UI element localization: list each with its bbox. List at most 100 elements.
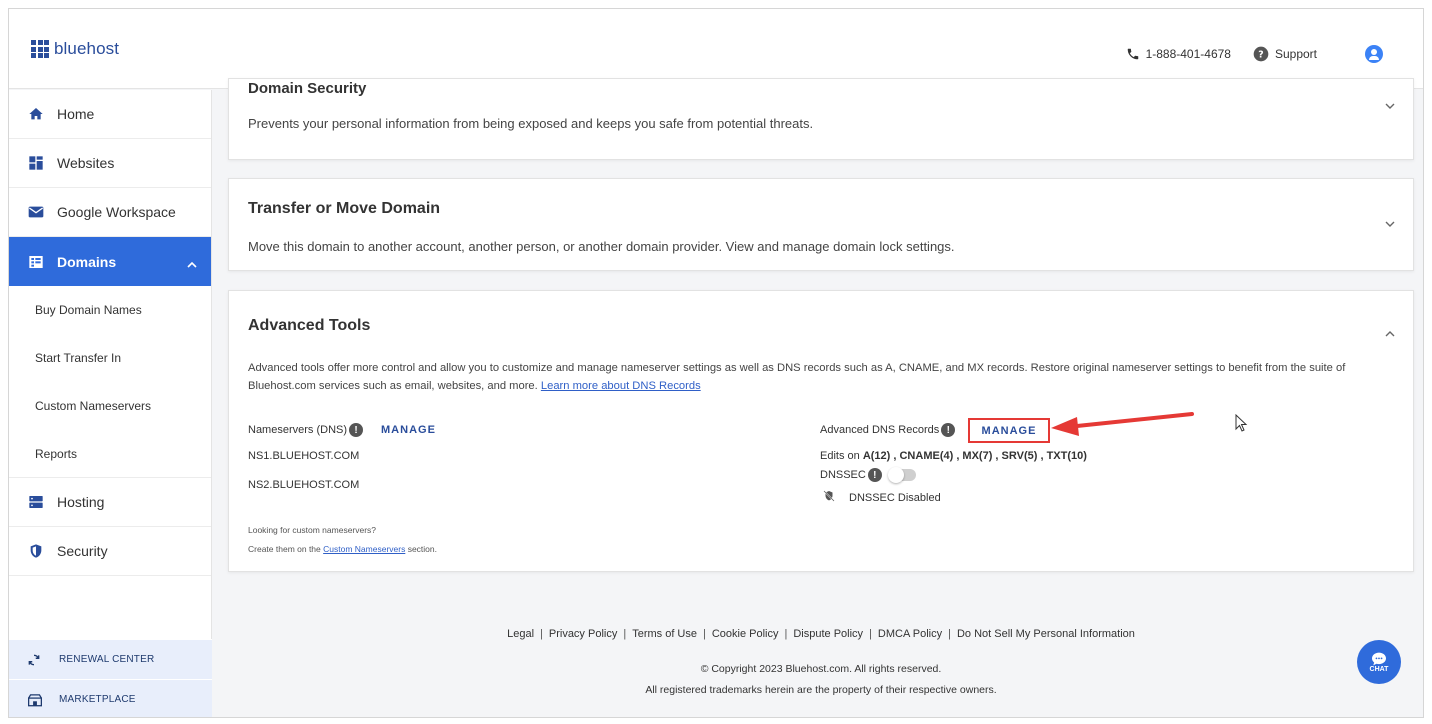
nameservers-label-row: Nameservers (DNS) ! MANAGE	[248, 423, 436, 437]
shield-off-icon	[823, 490, 835, 505]
sidebar-bottom: RENEWAL CENTER MARKETPLACE	[9, 639, 212, 717]
card-title: Transfer or Move Domain	[248, 200, 441, 217]
custom-nameservers-link[interactable]: Custom Nameservers	[323, 544, 405, 554]
sidebar-subitem-custom-nameservers[interactable]: Custom Nameservers	[9, 382, 211, 430]
phone-number: 1-888-401-4678	[1145, 47, 1231, 61]
trademarks-text: All registered trademarks herein are the…	[645, 684, 997, 696]
hint-suffix: section.	[407, 544, 437, 554]
bluehost-logo[interactable]: bluehost	[31, 39, 119, 59]
dnssec-label: DNSSEC	[820, 469, 866, 481]
chevron-down-icon[interactable]	[1385, 215, 1395, 233]
shield-icon	[27, 542, 45, 560]
chat-bubble-icon	[1372, 652, 1386, 665]
mail-icon	[27, 203, 45, 221]
sidebar-subitem-buy-domain-names[interactable]: Buy Domain Names	[9, 286, 211, 334]
dns-manage-button[interactable]: MANAGE	[982, 425, 1037, 437]
sidebar-item-label: Home	[57, 106, 95, 122]
chevron-down-icon[interactable]	[1385, 97, 1395, 115]
footer-link-do-not-sell[interactable]: Do Not Sell My Personal Information	[957, 628, 1135, 640]
logo-grid-icon	[31, 40, 49, 58]
card-description: Prevents your personal information from …	[248, 116, 814, 131]
nameserver-1: NS1.BLUEHOST.COM	[248, 450, 360, 462]
sidebar: Home Websites Google Workspace Domains B…	[9, 90, 212, 717]
edits-records: A(12) , CNAME(4) , MX(7) , SRV(5) , TXT(…	[862, 450, 1087, 462]
nameservers-manage-button[interactable]: MANAGE	[381, 424, 436, 436]
dnssec-status-row: DNSSEC Disabled	[823, 490, 941, 505]
phone-icon	[1126, 47, 1140, 61]
footer-link-legal[interactable]: Legal	[507, 628, 534, 640]
footer-links: Legal | Privacy Policy | Terms of Use | Cookie…	[507, 628, 1135, 640]
footer-link-dispute[interactable]: Dispute Policy	[793, 628, 863, 640]
sidebar-item-label: Hosting	[57, 494, 105, 510]
header-actions: 1-888-401-4678 ? Support	[1104, 45, 1383, 63]
footer-link-privacy[interactable]: Privacy Policy	[549, 628, 617, 640]
logo-text: bluehost	[54, 39, 120, 58]
footer-link-terms[interactable]: Terms of Use	[632, 628, 697, 640]
annotation-arrow-icon	[1051, 412, 1194, 436]
learn-more-dns-link[interactable]: Learn more about DNS Records	[541, 380, 701, 392]
card-description: Move this domain to another account, ano…	[248, 239, 955, 254]
app-frame: bluehost 1-888-401-4678 ? Support Home W…	[8, 8, 1424, 718]
sidebar-item-hosting[interactable]: Hosting	[9, 478, 211, 527]
dnssec-toggle[interactable]	[887, 467, 916, 483]
top-bar: bluehost 1-888-401-4678 ? Support	[9, 9, 1423, 89]
sidebar-item-home[interactable]: Home	[9, 90, 211, 139]
footer-link-cookie[interactable]: Cookie Policy	[712, 628, 779, 640]
user-avatar-icon[interactable]	[1365, 45, 1383, 63]
dns-manage-highlight: MANAGE	[968, 418, 1050, 443]
chat-label: CHAT	[1369, 665, 1389, 673]
domain-security-card[interactable]: Domain Security Prevents your personal i…	[228, 78, 1414, 160]
marketplace-link[interactable]: MARKETPLACE	[9, 679, 212, 717]
advanced-dns-label: Advanced DNS Records	[820, 424, 940, 436]
sidebar-item-label: Security	[57, 543, 108, 559]
custom-nameservers-question: Looking for custom nameservers?	[248, 525, 377, 535]
advanced-dns-label-row: Advanced DNS Records !	[820, 423, 956, 437]
sidebar-item-security[interactable]: Security	[9, 527, 211, 576]
support-label: Support	[1274, 47, 1317, 61]
advanced-tools-description: Advanced tools offer more control and al…	[248, 359, 1398, 395]
help-icon: ?	[1253, 46, 1269, 62]
marketplace-icon	[27, 693, 45, 707]
sidebar-item-websites[interactable]: Websites	[9, 139, 211, 188]
renewal-center-link[interactable]: RENEWAL CENTER	[9, 639, 212, 679]
nameservers-label: Nameservers (DNS)	[248, 424, 348, 436]
sidebar-item-label: Google Workspace	[57, 204, 176, 220]
footer-link-dmca[interactable]: DMCA Policy	[878, 628, 942, 640]
svg-text:?: ?	[1258, 49, 1263, 60]
info-icon[interactable]: !	[349, 423, 364, 437]
hosting-icon	[27, 493, 45, 511]
sidebar-item-label: Websites	[57, 155, 115, 171]
description-text: Advanced tools offer more control and al…	[248, 362, 1346, 392]
chevron-up-icon	[187, 255, 197, 271]
nameserver-2: NS2.BLUEHOST.COM	[248, 479, 360, 491]
sidebar-item-google-workspace[interactable]: Google Workspace	[9, 188, 211, 237]
dnssec-status: DNSSEC Disabled	[849, 491, 941, 504]
sidebar-subitem-reports[interactable]: Reports	[9, 430, 211, 478]
transfer-domain-card[interactable]: Transfer or Move Domain Move this domain…	[228, 178, 1414, 271]
footer-copyright: © Copyright 2023 Bluehost.com. All right…	[228, 659, 1414, 701]
chat-button[interactable]: CHAT	[1357, 640, 1401, 684]
home-icon	[27, 105, 45, 123]
sidebar-subitem-start-transfer-in[interactable]: Start Transfer In	[9, 334, 211, 382]
info-icon[interactable]: !	[867, 468, 882, 482]
dnssec-row: DNSSEC !	[820, 467, 916, 483]
phone-link[interactable]: 1-888-401-4678	[1126, 47, 1231, 61]
card-title: Domain Security	[248, 80, 367, 97]
sidebar-item-domains[interactable]: Domains	[9, 237, 211, 286]
domains-icon	[27, 253, 45, 271]
custom-nameservers-hint: Create them on the Custom Nameservers se…	[248, 544, 437, 554]
websites-icon	[27, 154, 45, 172]
renew-icon	[27, 653, 45, 667]
support-link[interactable]: ? Support	[1253, 46, 1317, 62]
chevron-up-icon[interactable]	[1385, 324, 1395, 342]
marketplace-label: MARKETPLACE	[59, 694, 136, 705]
edits-prefix: Edits on	[820, 450, 860, 462]
info-icon[interactable]: !	[941, 423, 956, 437]
sidebar-item-label: Domains	[57, 253, 117, 270]
dns-edits-summary: Edits on A(12) , CNAME(4) , MX(7) , SRV(…	[820, 450, 1087, 462]
hint-prefix: Create them on the	[248, 544, 321, 554]
mouse-cursor-icon	[1235, 414, 1248, 432]
renewal-center-label: RENEWAL CENTER	[59, 654, 155, 665]
copyright-text: © Copyright 2023 Bluehost.com. All right…	[700, 663, 942, 675]
card-title: Advanced Tools	[248, 317, 371, 334]
